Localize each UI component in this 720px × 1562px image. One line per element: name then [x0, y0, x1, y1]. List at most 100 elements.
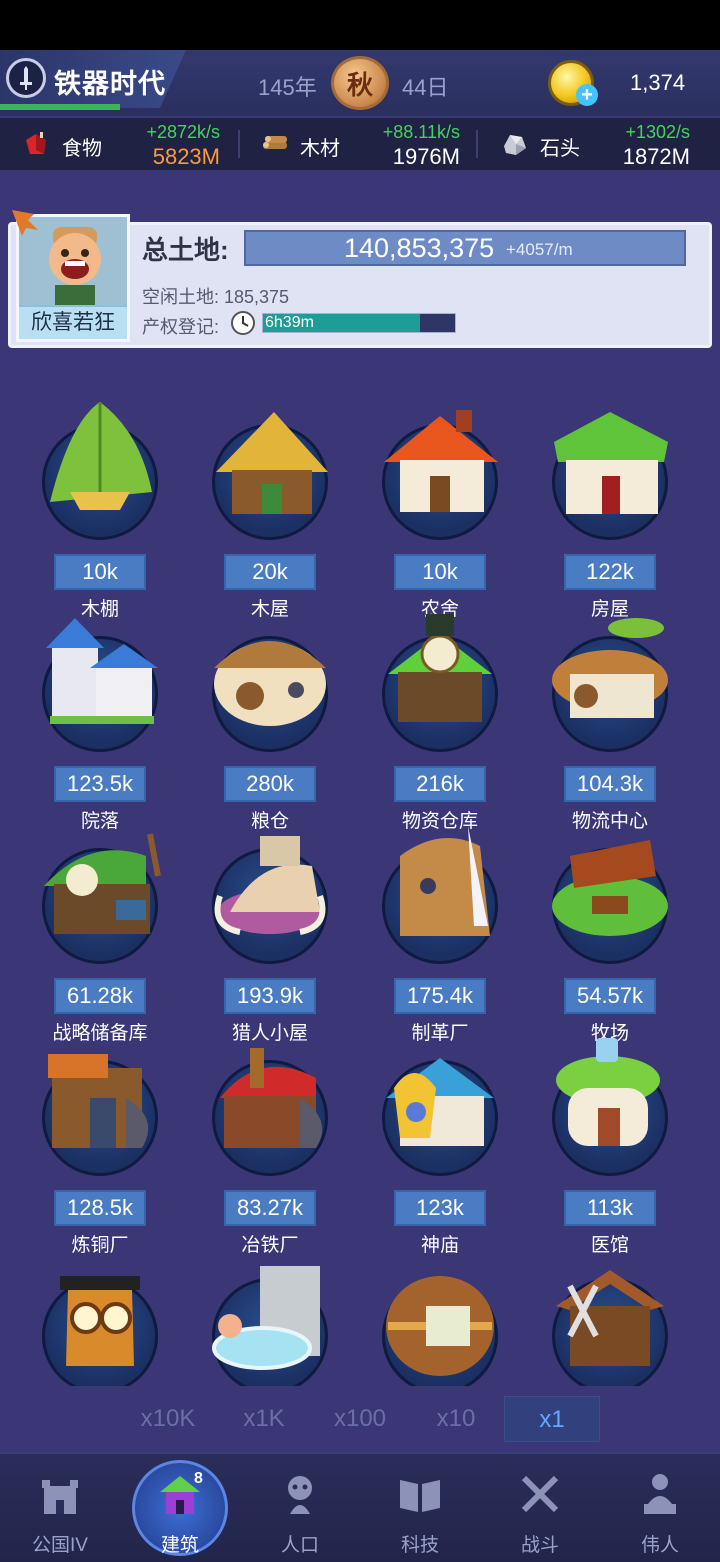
building-art-icon: [46, 618, 158, 724]
nav-label: 战斗: [520, 1535, 559, 1556]
stone-icon: [504, 135, 526, 155]
building-art-icon: [384, 410, 498, 512]
building-art-icon: [386, 1058, 494, 1146]
resource-amount: 1976M: [392, 144, 460, 169]
building-tile[interactable]: [360, 1238, 520, 1386]
nav-population[interactable]: 人口: [240, 1452, 360, 1560]
building-tile[interactable]: 61.28k 战略储备库: [20, 808, 180, 1044]
building-cost: 123k: [394, 1190, 486, 1226]
resource-food[interactable]: 食物 +2872k/s 5823M: [22, 118, 220, 170]
building-cost: 175.4k: [394, 978, 486, 1014]
mood-label: 欣喜若狂: [19, 305, 127, 339]
multiplier-10[interactable]: x10: [408, 1396, 504, 1442]
era-progress: [0, 104, 120, 110]
nav-badge: 8: [194, 1470, 203, 1487]
book-icon: [400, 1480, 440, 1512]
building-cost: 113k: [564, 1190, 656, 1226]
resource-label: 木材: [300, 138, 340, 160]
building-tile[interactable]: [20, 1238, 180, 1386]
year-text: 145年: [258, 75, 317, 100]
multiplier-10k[interactable]: x10K: [120, 1396, 216, 1442]
building-cost: 193.9k: [224, 978, 316, 1014]
top-bar: 铁器时代 145年 秋 44日 + 1,374: [0, 50, 720, 116]
building-tile[interactable]: [530, 1238, 690, 1386]
building-tile[interactable]: 280k 粮仓: [190, 596, 350, 832]
building-cost: 83.27k: [224, 1190, 316, 1226]
resource-stone[interactable]: 石头 +1302/s 1872M: [500, 118, 690, 170]
leader-face-icon: [49, 227, 101, 305]
building-tile[interactable]: [190, 1238, 350, 1386]
building-tile[interactable]: 175.4k 制革厂: [360, 808, 520, 1044]
bathhouse-icon: [212, 1266, 320, 1370]
building-cost: 10k: [394, 554, 486, 590]
status-bar: [0, 0, 720, 50]
register-time: 6h39m: [265, 314, 314, 331]
clock-icon: [231, 311, 255, 335]
era-title: 铁器时代: [54, 69, 166, 99]
building-cost: 123.5k: [54, 766, 146, 802]
nav-buildings[interactable]: 建筑: [120, 1452, 240, 1560]
building-grid: 10k 木棚 20k 木屋 10k 农舍 122k 房屋 123.5k 院落 280k 粮仓 216k 物…: [0, 354, 720, 1386]
building-tile[interactable]: 128.5k 炼铜厂: [20, 1020, 180, 1256]
building-tile[interactable]: 10k 农舍: [360, 384, 520, 620]
person-icon: [288, 1476, 312, 1514]
season-badge: 秋: [331, 56, 389, 110]
resource-rate: +2872k/s: [146, 122, 220, 142]
building-cost: 128.5k: [54, 1190, 146, 1226]
building-tile[interactable]: 193.9k 猎人小屋: [190, 808, 350, 1044]
building-tile[interactable]: 10k 木棚: [20, 384, 180, 620]
wood-icon: [263, 136, 287, 149]
multiplier-1k[interactable]: x1K: [216, 1396, 312, 1442]
nav-battle[interactable]: 战斗: [480, 1452, 600, 1560]
total-land-value: 140,853,375: [344, 233, 495, 263]
owl-academy-icon: [60, 1276, 140, 1366]
building-cost: 61.28k: [54, 978, 146, 1014]
building-art-icon: [552, 840, 668, 936]
divider: [238, 130, 240, 158]
resource-wood[interactable]: 木材 +88.11k/s 1976M: [260, 118, 460, 170]
coin-count: 1,374: [630, 70, 686, 95]
day-text: 44日: [402, 75, 449, 100]
building-cost: 54.57k: [564, 978, 656, 1014]
leaf-icon: [12, 210, 38, 236]
building-art-icon: [216, 412, 328, 514]
building-art-icon: [44, 833, 161, 934]
building-cost: 122k: [564, 554, 656, 590]
multiplier-1[interactable]: x1: [504, 1396, 600, 1442]
building-tile[interactable]: 83.27k 冶铁厂: [190, 1020, 350, 1256]
building-art-icon: [388, 614, 492, 722]
nav-label: 公国IV: [32, 1535, 88, 1556]
resource-amount: 1872M: [622, 144, 690, 169]
nav-technology[interactable]: 科技: [360, 1452, 480, 1560]
multiplier-100[interactable]: x100: [312, 1396, 408, 1442]
resource-rate: +1302/s: [625, 122, 690, 142]
building-tile[interactable]: 123.5k 院落: [20, 596, 180, 832]
nav-great-people[interactable]: 伟人: [600, 1452, 720, 1560]
add-coin-icon[interactable]: +: [576, 84, 598, 106]
sword-shield-icon: [6, 58, 46, 98]
building-tile[interactable]: 20k 木屋: [190, 384, 350, 620]
statue-icon: [644, 1474, 676, 1514]
resource-amount: 5823M: [152, 144, 220, 169]
building-cost: 10k: [54, 554, 146, 590]
building-cost: 216k: [394, 766, 486, 802]
building-cost: 104.3k: [564, 766, 656, 802]
building-tile[interactable]: 123k 神庙: [360, 1020, 520, 1256]
building-art-icon: [214, 641, 326, 726]
nav-label: 建筑: [160, 1535, 199, 1556]
resource-bar: 食物 +2872k/s 5823M 木材 +88.11k/s 1976M 石头 …: [0, 118, 720, 170]
resource-rate: +88.11k/s: [382, 122, 460, 142]
nav-principality[interactable]: 公国IV: [0, 1452, 120, 1560]
building-tile[interactable]: 216k 物资仓库: [360, 596, 520, 832]
total-land-label: 总土地:: [142, 235, 229, 265]
divider: [476, 130, 478, 158]
building-art-icon: [552, 618, 668, 718]
building-art-icon: [400, 826, 490, 936]
building-tile[interactable]: 54.57k 牧场: [530, 808, 690, 1044]
building-art-icon: [556, 1038, 660, 1146]
building-tile[interactable]: 104.3k 物流中心: [530, 596, 690, 832]
building-tile[interactable]: 113k 医馆: [530, 1020, 690, 1256]
building-tile[interactable]: 122k 房屋: [530, 384, 690, 620]
meat-icon: [26, 132, 46, 154]
register-progress: 6h39m: [262, 313, 456, 333]
